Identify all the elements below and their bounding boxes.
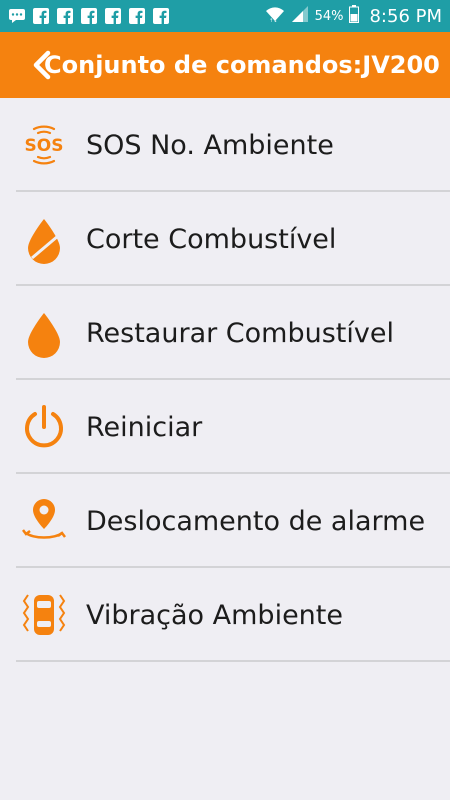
svg-text:↑↓: ↑↓ [269, 18, 277, 23]
command-label: Vibração Ambiente [86, 599, 343, 631]
command-label: Restaurar Combustível [86, 317, 394, 349]
location-move-icon [16, 493, 72, 549]
divider [16, 660, 450, 662]
command-label: Deslocamento de alarme [86, 505, 426, 537]
battery-percent: 54% [314, 8, 344, 24]
clock: 8:56 PM [369, 5, 442, 27]
page-title: Conjunto de comandos:JV200 [44, 51, 440, 79]
facebook-icon [32, 7, 50, 25]
car-vibration-icon [16, 587, 72, 643]
facebook-icon [80, 7, 98, 25]
sos-icon: SOS [16, 117, 72, 173]
command-item-fuel-restore[interactable]: Restaurar Combustível [0, 286, 450, 380]
facebook-icon [152, 7, 170, 25]
status-bar: ↑↓ 54% 8:56 PM [0, 0, 450, 32]
facebook-icon [56, 7, 74, 25]
power-icon [16, 399, 72, 455]
command-item-alarm-displacement[interactable]: Deslocamento de alarme [0, 474, 450, 568]
back-arrow-icon[interactable] [30, 50, 54, 80]
battery-icon [349, 5, 360, 27]
signal-icon [291, 5, 309, 27]
facebook-icon [128, 7, 146, 25]
command-label: SOS No. Ambiente [86, 129, 334, 161]
notification-icons [8, 7, 170, 25]
message-icon [8, 7, 26, 25]
command-label: Corte Combustível [86, 223, 337, 255]
svg-text:SOS: SOS [25, 136, 64, 156]
wifi-icon: ↑↓ [265, 5, 285, 27]
command-item-sos[interactable]: SOS SOS No. Ambiente [0, 98, 450, 192]
fuel-cut-icon [16, 211, 72, 267]
fuel-drop-icon [16, 305, 72, 361]
command-item-restart[interactable]: Reiniciar [0, 380, 450, 474]
command-list: SOS SOS No. Ambiente Corte Combustível R… [0, 98, 450, 662]
system-tray: ↑↓ 54% 8:56 PM [265, 5, 442, 27]
command-item-fuel-cut[interactable]: Corte Combustível [0, 192, 450, 286]
facebook-icon [104, 7, 122, 25]
command-item-vibration[interactable]: Vibração Ambiente [0, 568, 450, 662]
command-label: Reiniciar [86, 411, 203, 443]
app-bar: Conjunto de comandos:JV200 [0, 32, 450, 98]
